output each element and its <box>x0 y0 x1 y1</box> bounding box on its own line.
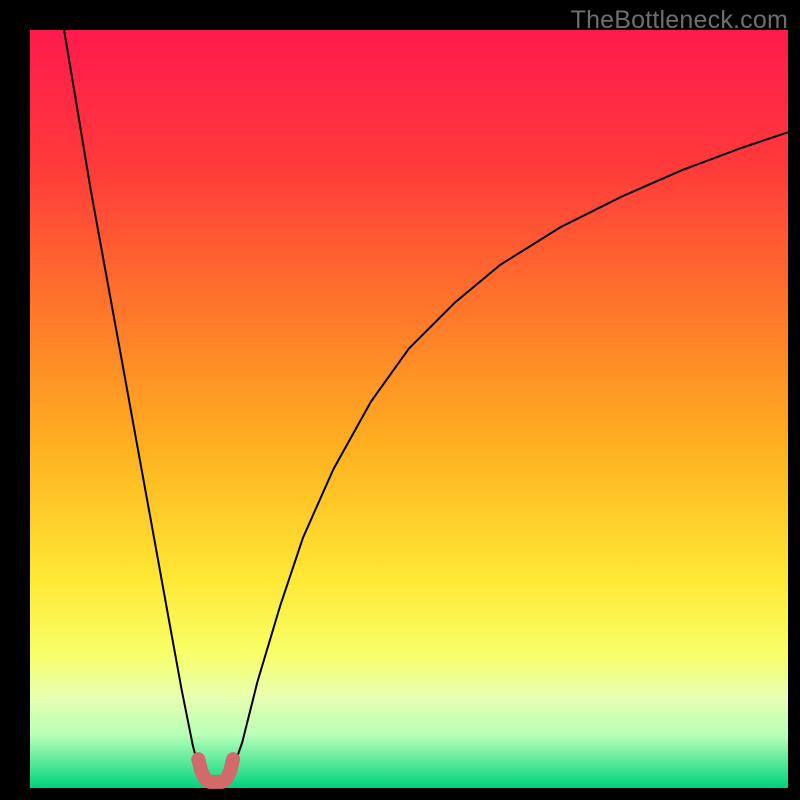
chart-svg <box>0 0 800 800</box>
chart-stage: TheBottleneck.com <box>0 0 800 800</box>
watermark-text: TheBottleneck.com <box>571 6 788 35</box>
plot-background <box>30 30 788 788</box>
